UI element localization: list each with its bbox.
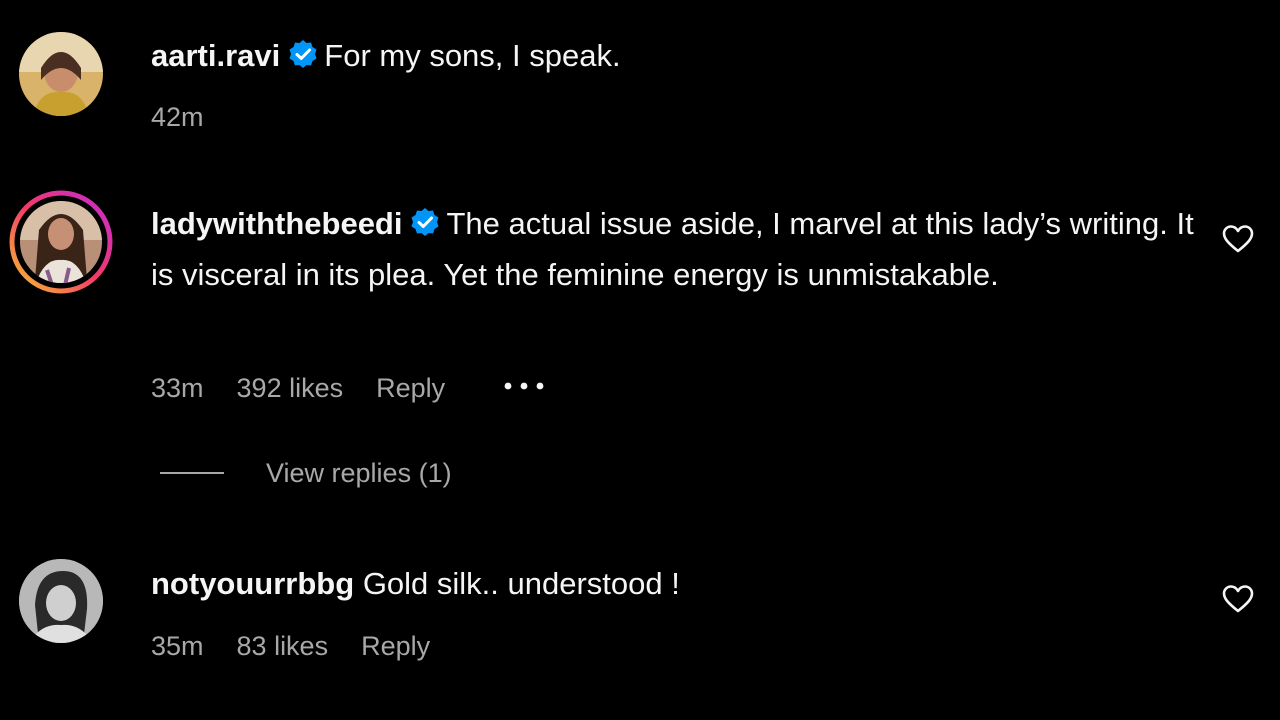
avatar-image bbox=[19, 559, 103, 643]
timestamp: 35m bbox=[151, 631, 204, 661]
comment-text: Gold silk.. understood ! bbox=[362, 566, 680, 601]
comment-text: For my sons, I speak. bbox=[324, 38, 621, 73]
divider-line bbox=[160, 472, 224, 474]
comment-text-block: notyouurrbbg Gold silk.. understood ! bbox=[151, 560, 680, 608]
verified-badge-icon bbox=[410, 203, 440, 251]
username[interactable]: aarti.ravi bbox=[151, 38, 280, 73]
verified-badge-icon bbox=[288, 35, 318, 83]
avatar-image bbox=[19, 32, 103, 116]
comment-meta: 42m bbox=[151, 102, 204, 133]
likes-count[interactable]: 392 likes bbox=[237, 373, 344, 404]
view-replies-button[interactable]: View replies (1) bbox=[160, 458, 452, 489]
likes-count[interactable]: 83 likes bbox=[237, 631, 329, 662]
avatar[interactable] bbox=[19, 32, 103, 116]
heart-outline-icon bbox=[1222, 585, 1254, 613]
more-options-icon[interactable] bbox=[503, 367, 545, 398]
comment-text-block: aarti.ravi For my sons, I speak. bbox=[151, 32, 621, 83]
username[interactable]: ladywiththebeedi bbox=[151, 206, 402, 241]
avatar[interactable] bbox=[19, 559, 103, 643]
comment-meta: 35m 83 likes Reply bbox=[151, 631, 430, 662]
reply-button[interactable]: Reply bbox=[361, 631, 430, 662]
like-button[interactable] bbox=[1222, 224, 1254, 259]
story-ring-avatar bbox=[9, 190, 113, 294]
avatar[interactable] bbox=[9, 190, 113, 294]
username[interactable]: notyouurrbbg bbox=[151, 566, 354, 601]
view-replies-label: View replies (1) bbox=[266, 458, 452, 488]
timestamp: 33m bbox=[151, 373, 204, 403]
heart-outline-icon bbox=[1222, 225, 1254, 253]
timestamp: 42m bbox=[151, 102, 204, 132]
comment-meta: 33m 392 likes Reply bbox=[151, 367, 545, 404]
reply-button[interactable]: Reply bbox=[376, 373, 445, 404]
comment-text-block: ladywiththebeedi The actual issue aside, … bbox=[151, 200, 1201, 299]
like-button[interactable] bbox=[1222, 584, 1254, 619]
